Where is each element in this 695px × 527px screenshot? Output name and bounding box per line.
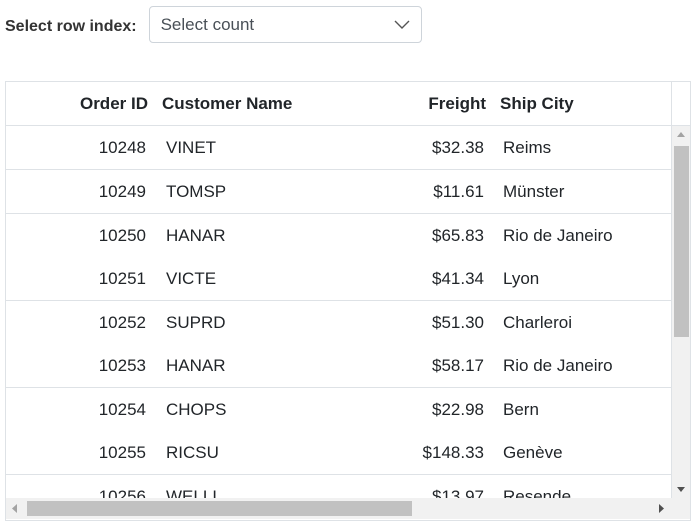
cell-freight: $41.34: [432, 269, 484, 288]
cell-order-id: 10253: [98, 356, 146, 375]
column-header-customer-name[interactable]: Customer Name: [162, 82, 292, 125]
cell-customer-name: VINET: [166, 138, 217, 157]
row-count-dropdown[interactable]: Select count: [148, 6, 422, 43]
cell-ship-city: Reims: [503, 138, 552, 157]
cell-customer-name: RICSU: [166, 443, 219, 462]
cell-customer-name: TOMSP: [166, 182, 227, 201]
arrow-left-icon[interactable]: [6, 498, 23, 519]
table-row[interactable]: 10250 HANAR $65.83 Rio de Janeiro: [6, 214, 671, 258]
cell-customer-name: HANAR: [166, 226, 226, 245]
header-gutter: [671, 82, 690, 126]
chevron-down-icon: [394, 20, 410, 29]
cell-customer-name: WELLI: [166, 487, 218, 498]
cell-freight: $58.17: [432, 356, 484, 375]
cell-ship-city: Lyon: [503, 269, 540, 288]
table-row[interactable]: 10253 HANAR $58.17 Rio de Janeiro: [6, 344, 671, 388]
cell-order-id: 10248: [98, 138, 146, 157]
dropdown-placeholder: Select count: [160, 14, 255, 34]
cell-order-id: 10252: [98, 313, 146, 332]
grid-body: 10248 VINET $32.38 Reims 10249 TOMSP $11…: [6, 126, 671, 498]
table-row[interactable]: 10255 RICSU $148.33 Genève: [6, 431, 671, 475]
horizontal-scroll-thumb[interactable]: [27, 501, 412, 516]
cell-customer-name: VICTE: [166, 269, 217, 288]
vertical-scroll-thumb[interactable]: [674, 146, 689, 337]
cell-order-id: 10250: [98, 226, 146, 245]
cell-freight: $13.97: [432, 487, 484, 498]
cell-freight: $32.38: [432, 138, 484, 157]
table-row[interactable]: 10252 SUPRD $51.30 Charleroi: [6, 301, 671, 345]
vertical-scrollbar[interactable]: [671, 126, 690, 498]
table-row[interactable]: 10256 WELLI $13.97 Resende: [6, 475, 671, 498]
cell-order-id: 10255: [98, 443, 146, 462]
cell-freight: $65.83: [432, 226, 484, 245]
cell-order-id: 10254: [98, 400, 146, 419]
horizontal-scrollbar[interactable]: [6, 498, 690, 519]
cell-customer-name: HANAR: [166, 356, 226, 375]
cell-order-id: 10251: [98, 269, 146, 288]
cell-customer-name: SUPRD: [166, 313, 226, 332]
row-index-label: Select row index:: [5, 17, 137, 35]
toolbar: Select row index: Select count: [5, 5, 422, 44]
table-row[interactable]: 10251 VICTE $41.34 Lyon: [6, 257, 671, 301]
cell-ship-city: Bern: [503, 400, 539, 419]
column-header-freight[interactable]: Freight: [428, 82, 486, 125]
cell-customer-name: CHOPS: [166, 400, 227, 419]
cell-freight: $148.33: [422, 443, 484, 462]
cell-order-id: 10249: [98, 182, 146, 201]
cell-ship-city: Genève: [503, 443, 563, 462]
arrow-up-icon[interactable]: [672, 126, 690, 143]
scrollbar-corner: [671, 498, 690, 519]
cell-ship-city: Münster: [503, 182, 565, 201]
table-row[interactable]: 10254 CHOPS $22.98 Bern: [6, 388, 671, 432]
grid-header: Order ID Customer Name Freight Ship City: [6, 82, 671, 126]
arrow-down-icon[interactable]: [672, 481, 690, 498]
cell-ship-city: Rio de Janeiro: [503, 226, 613, 245]
cell-ship-city: Resende: [503, 487, 572, 498]
cell-freight: $11.61: [433, 182, 484, 201]
table-row[interactable]: 10248 VINET $32.38 Reims: [6, 126, 671, 170]
cell-freight: $51.30: [432, 313, 484, 332]
cell-ship-city: Charleroi: [503, 313, 572, 332]
arrow-right-icon[interactable]: [653, 498, 670, 519]
cell-freight: $22.98: [432, 400, 484, 419]
data-grid: Order ID Customer Name Freight Ship City…: [5, 81, 691, 521]
column-header-order-id[interactable]: Order ID: [80, 82, 148, 125]
table-row[interactable]: 10249 TOMSP $11.61 Münster: [6, 170, 671, 214]
cell-ship-city: Rio de Janeiro: [503, 356, 613, 375]
cell-order-id: 10256: [98, 487, 146, 498]
column-header-ship-city[interactable]: Ship City: [500, 82, 574, 125]
